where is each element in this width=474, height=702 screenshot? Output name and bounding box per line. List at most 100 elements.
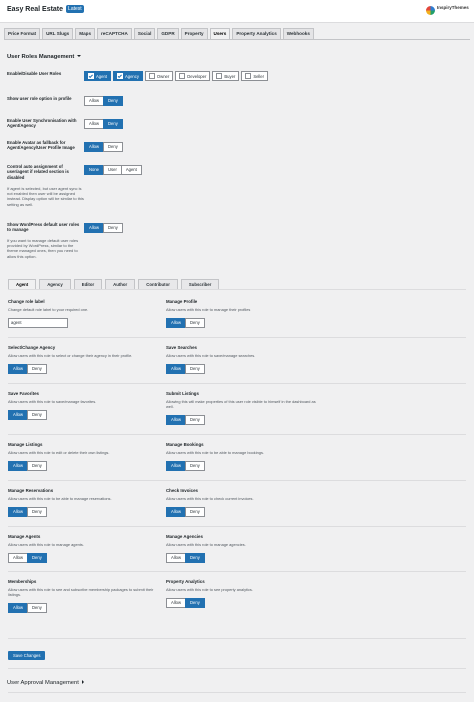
checkbox-icon — [216, 73, 223, 79]
role-checkbox-developer[interactable]: Developer — [175, 71, 211, 81]
cap-title-manage-agents: Manage Agents — [8, 534, 41, 539]
deny-button[interactable]: Deny — [27, 364, 47, 374]
wp-default-label: Show WordPress default user roles to man… — [7, 222, 80, 233]
caret-down-icon — [77, 55, 82, 57]
deny-button[interactable]: Deny — [185, 364, 205, 374]
cap-title-property-analytics: Property Analytics — [166, 579, 205, 584]
allow-button[interactable]: Allow — [166, 507, 187, 517]
deny-button[interactable]: Deny — [27, 603, 47, 613]
cap-toggle-manage-profile: Allow Deny — [166, 318, 205, 328]
save-changes-button[interactable]: Save Changes — [8, 651, 46, 660]
allow-button[interactable]: Allow — [84, 119, 105, 129]
cap-title-save-favorites: Save Favorites — [8, 391, 39, 396]
allow-button[interactable]: Allow — [8, 603, 29, 613]
sync-label: Enable User Synchronisation with Agent/A… — [7, 118, 77, 129]
role-tabs-divider — [8, 289, 466, 290]
bottom-divider — [8, 692, 466, 693]
allow-button[interactable]: Allow — [166, 364, 187, 374]
role-label-title: Change role label — [8, 299, 45, 304]
option-user[interactable]: User — [103, 165, 122, 175]
role-checkbox-buyer[interactable]: Buyer — [212, 71, 240, 81]
cap-toggle-memberships: Allow Deny — [8, 603, 47, 613]
tabs-divider — [4, 39, 470, 40]
auto-assign-help: If agent is selected, but user agent syn… — [7, 186, 84, 207]
deny-button[interactable]: Deny — [185, 598, 205, 608]
role-checkbox-label: Agent — [96, 73, 107, 79]
cap-desc-select-change-agency: Allow users with this role to select or … — [8, 353, 133, 358]
deny-button[interactable]: Deny — [185, 553, 205, 563]
cap-desc-manage-listings: Allow users with this role to edit or de… — [8, 450, 110, 455]
caret-right-icon — [81, 680, 84, 684]
allow-button[interactable]: Allow — [8, 364, 29, 374]
footer-divider — [8, 668, 466, 669]
deny-button[interactable]: Deny — [27, 461, 47, 471]
cap-title-submit-listings: Submit Listings — [166, 391, 199, 396]
role-label-desc: Change default role label to your requir… — [8, 307, 89, 312]
cap-desc-save-favorites: Allow users with this role to save/manag… — [8, 399, 97, 404]
cap-title-select-change-agency: Select/Change Agency — [8, 345, 56, 350]
cap-title-save-searches: Save Searches — [166, 345, 198, 350]
allow-button[interactable]: Allow — [8, 410, 29, 420]
auto-assign-label: Control auto assignment of user/agent if… — [7, 164, 69, 180]
cap-title-check-invoices: Check Invoices — [166, 488, 198, 493]
role-label-input[interactable]: agent — [8, 318, 68, 328]
deny-button[interactable]: Deny — [27, 410, 47, 420]
deny-button[interactable]: Deny — [27, 553, 47, 563]
checkbox-icon — [179, 73, 186, 79]
allow-button[interactable]: Allow — [166, 598, 187, 608]
auto-assign-options: None User Agent — [84, 165, 142, 175]
plugin-title: Easy Real Estate Latest — [7, 5, 84, 13]
user-roles-title[interactable]: User Roles Management — [7, 54, 82, 60]
allow-button[interactable]: Allow — [8, 553, 29, 563]
cap-desc-save-searches: Allow users with this role to save/manag… — [166, 353, 256, 358]
checkbox-icon — [116, 73, 123, 79]
allow-button[interactable]: Allow — [8, 461, 29, 471]
row-divider — [8, 434, 466, 435]
allow-button[interactable]: Allow — [166, 553, 187, 563]
cap-toggle-manage-agencies: Allow Deny — [166, 553, 205, 563]
role-checkbox-label: Agency — [124, 73, 139, 79]
allow-button[interactable]: Allow — [166, 415, 187, 425]
role-checkbox-agency[interactable]: Agency — [112, 71, 143, 81]
allow-button[interactable]: Allow — [84, 96, 105, 106]
cap-title-manage-profile: Manage Profile — [166, 299, 198, 304]
deny-button[interactable]: Deny — [103, 119, 123, 129]
row-divider — [8, 480, 466, 481]
deny-button[interactable]: Deny — [103, 96, 123, 106]
row-divider — [8, 337, 466, 338]
deny-button[interactable]: Deny — [27, 507, 47, 517]
option-none[interactable]: None — [84, 165, 105, 175]
allow-button[interactable]: Allow — [166, 461, 187, 471]
wp-default-help: If you want to manage default user roles… — [7, 238, 79, 259]
allow-button[interactable]: Allow — [166, 318, 187, 328]
role-checkbox-owner[interactable]: Owner — [144, 71, 174, 81]
allow-button[interactable]: Allow — [8, 507, 29, 517]
option-agent[interactable]: Agent — [120, 165, 142, 175]
role-checkbox-agent[interactable]: Agent — [84, 71, 111, 81]
cap-toggle-check-invoices: Allow Deny — [166, 507, 205, 517]
deny-button[interactable]: Deny — [185, 461, 205, 471]
deny-button[interactable]: Deny — [103, 223, 123, 233]
deny-button[interactable]: Deny — [185, 507, 205, 517]
role-checkbox-label: Seller — [253, 73, 265, 79]
row-divider — [8, 383, 466, 384]
allow-button[interactable]: Allow — [84, 142, 105, 152]
inspiry-logo[interactable]: InspiryThemes — [426, 5, 469, 19]
cap-desc-manage-agents: Allow users with this role to manage age… — [8, 542, 84, 547]
cap-desc-check-invoices: Allow users with this role to check curr… — [166, 496, 254, 501]
cap-desc-memberships: Allow users with this role to see and su… — [8, 587, 154, 597]
cap-desc-manage-profile: Allow users with this role to manage the… — [166, 307, 251, 312]
cap-toggle-submit-listings: Allow Deny — [166, 415, 205, 425]
allow-button[interactable]: Allow — [84, 223, 105, 233]
cap-title-manage-reservations: Manage Reservations — [8, 488, 54, 493]
role-checkbox-label: Owner — [156, 73, 170, 79]
deny-button[interactable]: Deny — [185, 318, 205, 328]
deny-button[interactable]: Deny — [185, 415, 205, 425]
deny-button[interactable]: Deny — [103, 142, 123, 152]
user-approval-title[interactable]: User Approval Management — [7, 680, 84, 686]
checkbox-icon — [148, 73, 155, 79]
role-checkbox-seller[interactable]: Seller — [241, 71, 269, 81]
cap-title-manage-bookings: Manage Bookings — [166, 442, 204, 447]
row-divider — [8, 571, 466, 572]
cap-toggle-manage-agents: Allow Deny — [8, 553, 47, 563]
